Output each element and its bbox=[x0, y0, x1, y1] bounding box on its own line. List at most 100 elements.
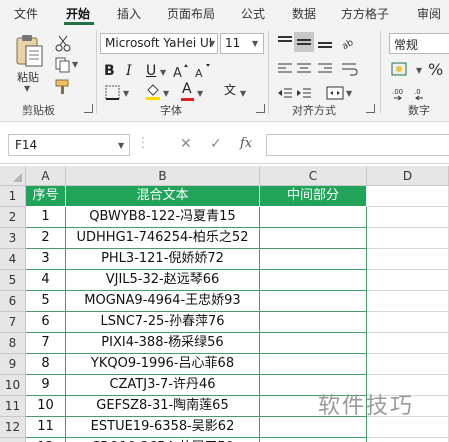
table-cell-b7[interactable]: LSNC7-25-孙春萍76 bbox=[66, 312, 260, 333]
table-cell-a7[interactable]: 6 bbox=[26, 312, 66, 333]
table-cell-c13[interactable] bbox=[260, 438, 367, 442]
table-cell-b13[interactable]: CBQ10-2654-共展三50 bbox=[66, 438, 260, 442]
table-cell-c2[interactable] bbox=[260, 207, 367, 228]
accounting-format-icon[interactable] bbox=[390, 60, 416, 78]
table-header-cell[interactable]: 混合文本 bbox=[66, 186, 260, 207]
alignment-launcher-icon[interactable] bbox=[366, 104, 375, 113]
column-header-c[interactable]: C bbox=[260, 166, 367, 186]
paste-button-label[interactable]: 粘贴 bbox=[17, 69, 39, 85]
number-format-select[interactable]: 常规 bbox=[389, 33, 449, 54]
select-all-button[interactable] bbox=[0, 166, 26, 186]
table-cell-b2[interactable]: QBWYB8-122-冯夏青15 bbox=[66, 207, 260, 228]
tab-file[interactable]: 文件 bbox=[14, 5, 38, 22]
table-cell-a13[interactable]: 12 bbox=[26, 438, 66, 442]
table-cell-c12[interactable] bbox=[260, 417, 367, 438]
cell-d1[interactable] bbox=[367, 186, 449, 207]
wrap-text-icon[interactable] bbox=[340, 60, 358, 78]
tab-formulas[interactable]: 公式 bbox=[241, 5, 265, 22]
row-header-5[interactable]: 5 bbox=[0, 270, 26, 291]
table-cell-c9[interactable] bbox=[260, 354, 367, 375]
decrease-indent-icon[interactable] bbox=[276, 84, 294, 102]
font-color-dropdown-icon[interactable]: ▼ bbox=[197, 89, 203, 98]
align-top-icon[interactable] bbox=[276, 33, 294, 51]
cancel-entry-button[interactable]: ✕ bbox=[180, 136, 192, 152]
increase-indent-icon[interactable] bbox=[295, 84, 313, 102]
table-cell-b6[interactable]: MOGNA9-4964-王忠娇93 bbox=[66, 291, 260, 312]
table-cell-a2[interactable]: 1 bbox=[26, 207, 66, 228]
row-header-6[interactable]: 6 bbox=[0, 291, 26, 312]
table-header-cell[interactable]: 中间部分 bbox=[260, 186, 367, 207]
column-header-b[interactable]: B bbox=[66, 166, 260, 186]
tab-page-layout[interactable]: 页面布局 bbox=[167, 5, 215, 22]
cell-d12[interactable] bbox=[367, 417, 449, 438]
table-cell-a4[interactable]: 3 bbox=[26, 249, 66, 270]
font-color-button[interactable]: A bbox=[182, 81, 192, 97]
column-header-a[interactable]: A bbox=[26, 166, 66, 186]
row-header-13[interactable]: 13 bbox=[0, 438, 26, 442]
borders-dropdown-icon[interactable]: ▼ bbox=[123, 89, 129, 98]
paste-dropdown-icon[interactable]: ▼ bbox=[24, 84, 30, 93]
font-grow-icon[interactable]: A bbox=[172, 63, 190, 81]
cell-d7[interactable] bbox=[367, 312, 449, 333]
borders-icon[interactable] bbox=[104, 84, 122, 102]
increase-decimal-icon[interactable]: .00 bbox=[392, 84, 410, 102]
confirm-entry-button[interactable]: ✓ bbox=[210, 136, 222, 152]
table-cell-a12[interactable]: 11 bbox=[26, 417, 66, 438]
row-header-11[interactable]: 11 bbox=[0, 396, 26, 417]
cell-d9[interactable] bbox=[367, 354, 449, 375]
fill-color-icon[interactable] bbox=[144, 82, 162, 100]
merge-center-icon[interactable] bbox=[326, 84, 344, 102]
tab-home[interactable]: 开始 bbox=[66, 5, 90, 22]
table-cell-a6[interactable]: 5 bbox=[26, 291, 66, 312]
align-center-icon[interactable] bbox=[295, 60, 313, 78]
name-box[interactable]: F14 bbox=[8, 134, 130, 156]
tab-review[interactable]: 审阅 bbox=[417, 5, 441, 22]
cell-d13[interactable] bbox=[367, 438, 449, 442]
row-header-4[interactable]: 4 bbox=[0, 249, 26, 270]
cell-d8[interactable] bbox=[367, 333, 449, 354]
table-cell-c8[interactable] bbox=[260, 333, 367, 354]
name-box-dropdown-icon[interactable]: ▼ bbox=[118, 141, 124, 150]
underline-button[interactable]: U bbox=[146, 63, 156, 79]
align-middle-icon[interactable] bbox=[295, 33, 313, 51]
table-cell-c3[interactable] bbox=[260, 228, 367, 249]
italic-button[interactable]: I bbox=[126, 63, 132, 79]
table-cell-b11[interactable]: GEFSZ8-31-陶南莲65 bbox=[66, 396, 260, 417]
clipboard-launcher-icon[interactable] bbox=[84, 104, 93, 113]
table-cell-a9[interactable]: 8 bbox=[26, 354, 66, 375]
formula-input[interactable] bbox=[266, 134, 449, 156]
font-size-dropdown-icon[interactable]: ▼ bbox=[252, 39, 258, 48]
table-cell-b9[interactable]: YKQO9-1996-吕心菲68 bbox=[66, 354, 260, 375]
font-name-dropdown-icon[interactable]: ▼ bbox=[209, 39, 215, 48]
table-header-cell[interactable]: 序号 bbox=[26, 186, 66, 207]
row-header-1[interactable]: 1 bbox=[0, 186, 26, 207]
phonetic-button[interactable]: 文 bbox=[224, 81, 236, 98]
orientation-icon[interactable]: ab bbox=[340, 33, 358, 51]
cut-icon[interactable] bbox=[54, 34, 72, 52]
table-cell-b12[interactable]: ESTUE19-6358-吴影62 bbox=[66, 417, 260, 438]
tab-insert[interactable]: 插入 bbox=[117, 5, 141, 22]
table-cell-a11[interactable]: 10 bbox=[26, 396, 66, 417]
copy-icon[interactable] bbox=[54, 56, 72, 74]
table-cell-b8[interactable]: PIXI4-388-杨采绿56 bbox=[66, 333, 260, 354]
align-bottom-icon[interactable] bbox=[316, 33, 334, 51]
table-cell-c5[interactable] bbox=[260, 270, 367, 291]
align-right-icon[interactable] bbox=[316, 60, 334, 78]
table-cell-c6[interactable] bbox=[260, 291, 367, 312]
tab-data[interactable]: 数据 bbox=[292, 5, 316, 22]
align-left-icon[interactable] bbox=[276, 60, 294, 78]
row-header-8[interactable]: 8 bbox=[0, 333, 26, 354]
cell-d4[interactable] bbox=[367, 249, 449, 270]
percent-style-button[interactable]: % bbox=[428, 60, 443, 79]
font-shrink-icon[interactable]: A bbox=[194, 63, 212, 81]
bold-button[interactable]: B bbox=[104, 63, 115, 79]
table-cell-a3[interactable]: 2 bbox=[26, 228, 66, 249]
table-cell-a5[interactable]: 4 bbox=[26, 270, 66, 291]
decrease-decimal-icon[interactable]: .0 bbox=[414, 84, 432, 102]
font-name-select[interactable]: Microsoft YaHei UI bbox=[100, 33, 218, 54]
accounting-dropdown-icon[interactable]: ▼ bbox=[416, 66, 422, 75]
paste-icon[interactable] bbox=[14, 34, 44, 68]
table-cell-b4[interactable]: PHL3-121-倪娇娇72 bbox=[66, 249, 260, 270]
table-cell-b5[interactable]: VJIL5-32-赵远琴66 bbox=[66, 270, 260, 291]
cell-d2[interactable] bbox=[367, 207, 449, 228]
